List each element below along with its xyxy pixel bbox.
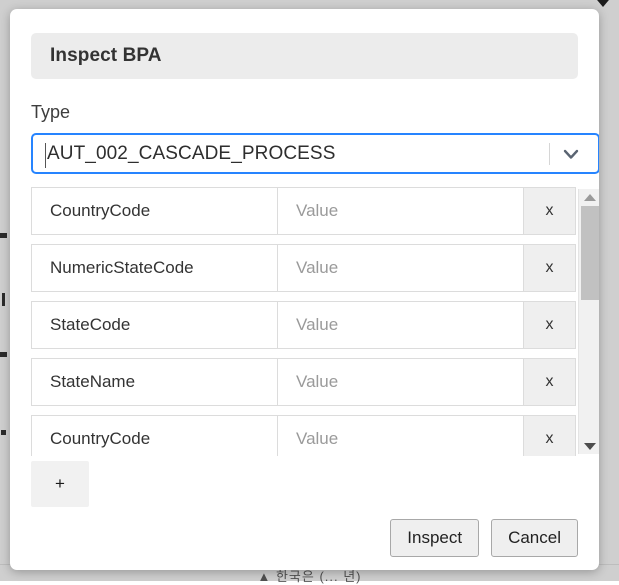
parameter-key-field[interactable]: CountryCode: [31, 187, 278, 235]
table-row: StateName Value x: [31, 358, 576, 406]
parameter-key-field[interactable]: CountryCode: [31, 415, 278, 456]
background-mark: [2, 293, 5, 306]
parameter-key-field[interactable]: StateName: [31, 358, 278, 406]
triangle-down-icon[interactable]: [579, 438, 599, 454]
remove-parameter-button[interactable]: x: [524, 244, 576, 292]
remove-parameter-button[interactable]: x: [524, 187, 576, 235]
dialog-title: Inspect BPA: [50, 45, 162, 66]
parameter-value-input[interactable]: Value: [278, 301, 524, 349]
remove-parameter-button[interactable]: x: [524, 415, 576, 456]
background-mark: [0, 233, 7, 238]
triangle-up-icon[interactable]: [579, 189, 599, 205]
parameter-key-field[interactable]: NumericStateCode: [31, 244, 278, 292]
caret-down-icon[interactable]: [592, 0, 614, 7]
remove-parameter-button[interactable]: x: [524, 301, 576, 349]
type-field-label: Type: [31, 102, 71, 122]
scrollbar-thumb[interactable]: [581, 206, 599, 300]
type-select-value: AUT_002_CASCADE_PROCESS: [47, 142, 336, 164]
add-parameter-button[interactable]: +: [31, 461, 89, 507]
cancel-button[interactable]: Cancel: [491, 519, 578, 557]
background-mark: [0, 352, 7, 357]
parameter-key-field[interactable]: StateCode: [31, 301, 278, 349]
parameter-value-input[interactable]: Value: [278, 415, 524, 456]
table-row: CountryCode Value x: [31, 187, 576, 235]
background-mark: [1, 430, 6, 435]
parameter-rows-list: CountryCode Value x NumericStateCode Value x S…: [31, 187, 576, 456]
table-row: NumericStateCode Value x: [31, 244, 576, 292]
table-row: CountryCode Value x: [31, 415, 576, 456]
parameter-rows-scrollbar[interactable]: [578, 189, 599, 454]
inspect-button[interactable]: Inspect: [390, 519, 480, 557]
chevron-down-icon[interactable]: [556, 135, 586, 172]
type-select[interactable]: AUT_002_CASCADE_PROCESS: [31, 133, 599, 174]
select-separator: [549, 143, 550, 165]
scroll-up-arrow: [584, 193, 596, 201]
parameter-value-input[interactable]: Value: [278, 358, 524, 406]
remove-parameter-button[interactable]: x: [524, 358, 576, 406]
text-cursor: [45, 143, 46, 168]
parameter-value-input[interactable]: Value: [278, 187, 524, 235]
scroll-down-arrow: [584, 442, 596, 450]
dialog-header: Inspect BPA: [31, 33, 578, 79]
inspect-bpa-dialog: Inspect BPA Type AUT_002_CASCADE_PROCESS…: [10, 9, 599, 570]
parameter-rows-viewport: CountryCode Value x NumericStateCode Value x S…: [31, 187, 599, 456]
table-row: StateCode Value x: [31, 301, 576, 349]
parameter-value-input[interactable]: Value: [278, 244, 524, 292]
dialog-footer: Inspect Cancel: [390, 519, 578, 557]
